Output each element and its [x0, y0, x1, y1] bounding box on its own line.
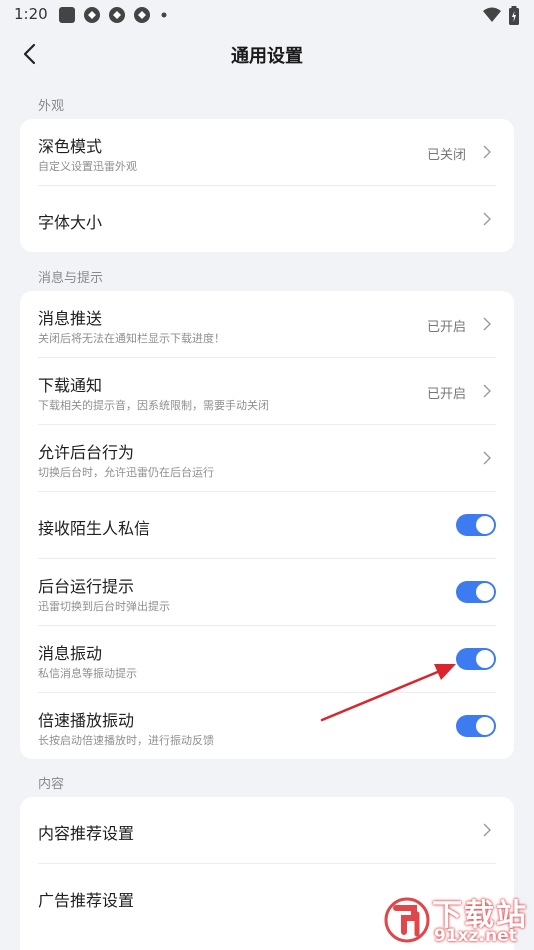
battery-icon [509, 6, 519, 25]
setting-title: 消息振动 [38, 644, 103, 663]
setting-value: 已开启 [426, 387, 466, 402]
chevron-right-icon [483, 317, 491, 331]
setting-row-font-size[interactable]: 字体大小 [38, 186, 496, 252]
setting-subtitle: 迅雷切换到后台时弹出提示 [38, 600, 170, 613]
section-label-content: 内容 [38, 777, 65, 792]
toggle-switch[interactable] [456, 648, 496, 670]
setting-title: 字体大小 [38, 213, 103, 232]
toggle-knob [476, 717, 494, 735]
setting-row-push[interactable]: 消息推送 关闭后将无法在通知栏显示下载进度！ 已开启 [38, 291, 496, 358]
setting-title: 倍速播放振动 [38, 711, 135, 730]
setting-subtitle: 切换后台时，允许迅雷仍在后台运行 [38, 466, 214, 479]
setting-title: 内容推荐设置 [38, 824, 135, 843]
setting-subtitle: 下载相关的提示音，因系统限制，需要手动关闭 [38, 399, 269, 412]
section-label-appearance: 外观 [38, 99, 65, 114]
chevron-right-icon [483, 384, 491, 398]
chevron-right-icon [483, 212, 491, 226]
setting-row-bg-run-tip: 后台运行提示 迅雷切换到后台时弹出提示 [38, 559, 496, 626]
toggle-switch[interactable] [456, 715, 496, 737]
setting-subtitle: 长按启动倍速播放时，进行振动反馈 [38, 734, 214, 747]
page-title: 通用设置 [231, 46, 303, 67]
setting-subtitle: 关闭后将无法在通知栏显示下载进度！ [38, 332, 225, 345]
watermark-logo: 下载站 91xz.net [384, 888, 534, 950]
toggle-switch[interactable] [456, 514, 496, 536]
wifi-icon [483, 7, 501, 22]
setting-row-vibrate: 消息振动 私信消息等振动提示 [38, 626, 496, 693]
setting-row-dark-mode[interactable]: 深色模式 自定义设置迅雷外观 已关闭 [38, 119, 496, 186]
setting-value: 已开启 [426, 320, 466, 335]
toggle-knob [476, 516, 494, 534]
chevron-right-icon [483, 145, 491, 159]
toggle-knob [476, 583, 494, 601]
watermark-text-small: 91xz.net [434, 926, 517, 946]
dot-icon [161, 12, 167, 18]
setting-row-stranger-msg: 接收陌生人私信 [38, 492, 496, 559]
app-icon [84, 7, 100, 23]
status-bar: 1:20 [0, 0, 534, 30]
setting-subtitle: 自定义设置迅雷外观 [38, 160, 137, 173]
square-icon [59, 7, 75, 23]
chevron-right-icon [483, 823, 491, 837]
app-icon [134, 7, 150, 23]
app-icon [109, 7, 125, 23]
setting-title: 消息推送 [38, 309, 103, 328]
setting-title: 允许后台行为 [38, 443, 135, 462]
watermark-badge-icon [384, 897, 430, 943]
setting-row-download-notice[interactable]: 下载通知 下载相关的提示音，因系统限制，需要手动关闭 已开启 [38, 358, 496, 425]
setting-value: 已关闭 [426, 148, 466, 163]
setting-title: 接收陌生人私信 [38, 519, 151, 538]
status-time: 1:20 [14, 5, 48, 23]
setting-title: 后台运行提示 [38, 577, 135, 596]
setting-subtitle: 私信消息等振动提示 [38, 667, 137, 680]
setting-row-background[interactable]: 允许后台行为 切换后台时，允许迅雷仍在后台运行 [38, 425, 496, 492]
setting-row-speed-vibrate: 倍速播放振动 长按启动倍速播放时，进行振动反馈 [38, 693, 496, 759]
setting-title: 深色模式 [38, 137, 103, 156]
setting-row-content-recommend[interactable]: 内容推荐设置 [38, 797, 496, 864]
chevron-right-icon [483, 451, 491, 465]
setting-title: 下载通知 [38, 376, 103, 395]
section-label-messages: 消息与提示 [38, 271, 104, 286]
card-appearance: 深色模式 自定义设置迅雷外观 已关闭 字体大小 [20, 119, 514, 252]
toggle-switch[interactable] [456, 581, 496, 603]
toggle-knob [476, 650, 494, 668]
setting-title: 广告推荐设置 [38, 891, 135, 910]
nav-bar: 通用设置 [0, 30, 534, 78]
card-messages: 消息推送 关闭后将无法在通知栏显示下载进度！ 已开启 下载通知 下载相关的提示音… [20, 291, 514, 759]
